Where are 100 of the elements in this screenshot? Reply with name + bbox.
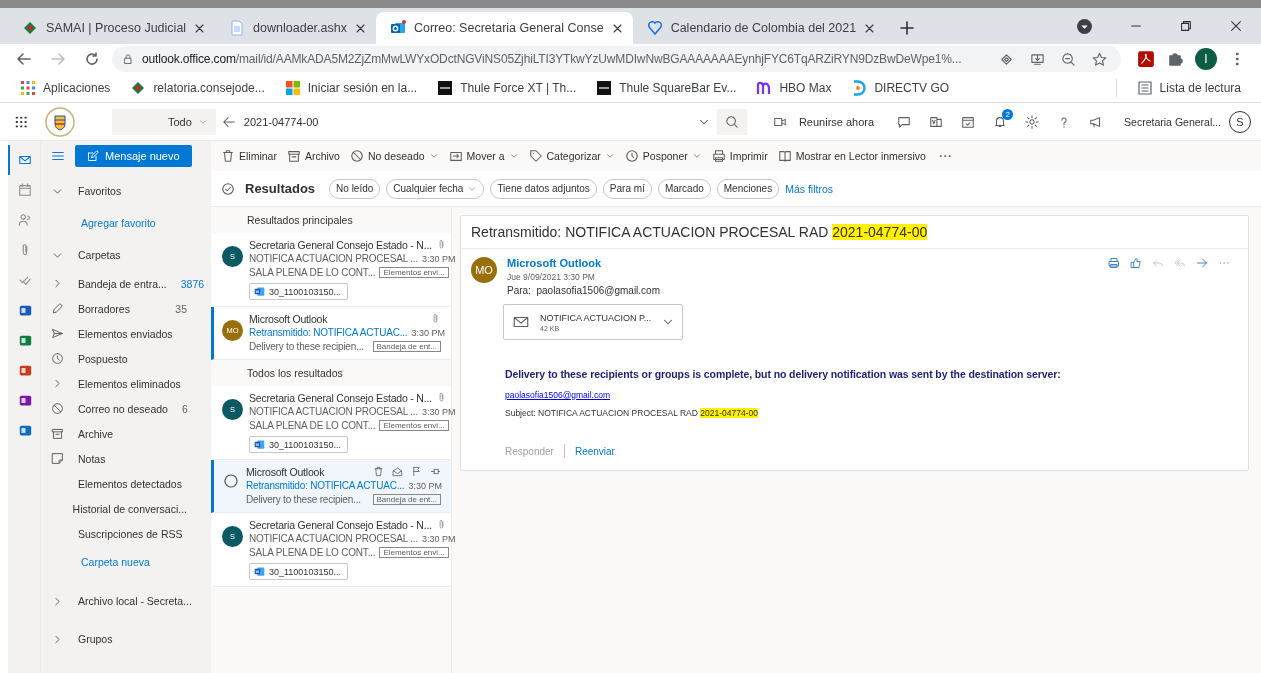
address-bar[interactable]: outlook.office.com/mail/id/AAMkADA5M2ZjZmMwLWYxODctNGViNS05ZjhiLTI3YTkwYzUwMDIwNwBGAAAAAAAEynhjFYC6TqARZiRYN9DzBwDeWpe1%... bbox=[112, 46, 1121, 72]
close-icon[interactable] bbox=[611, 22, 623, 34]
trash-icon bbox=[221, 149, 235, 163]
folder-item[interactable]: Borradores 35 bbox=[41, 296, 211, 321]
search-field[interactable]: 2021-04774-00 bbox=[241, 114, 691, 129]
toolbar-button[interactable]: Eliminar bbox=[221, 149, 277, 163]
thumbs-up-icon[interactable] bbox=[1130, 257, 1142, 269]
calendar-check-icon[interactable] bbox=[961, 114, 976, 129]
reading-list-button[interactable]: Lista de lectura bbox=[1136, 80, 1241, 96]
profile-avatar[interactable]: I bbox=[1195, 48, 1217, 70]
browser-tab[interactable]: Calendario de Colombia del 2021 bbox=[632, 12, 886, 44]
mail-icon bbox=[18, 153, 32, 167]
tab-title: Calendario de Colombia del 2021 bbox=[670, 21, 857, 35]
select-all-icon[interactable] bbox=[221, 181, 235, 196]
folder-item[interactable]: Elementos enviados bbox=[41, 321, 211, 346]
toolbar-button[interactable]: Archivo bbox=[286, 149, 340, 163]
folder-item[interactable]: Historial de conversaci... bbox=[41, 496, 211, 521]
close-icon[interactable] bbox=[864, 22, 876, 34]
back-icon[interactable] bbox=[221, 114, 236, 129]
search-button[interactable] bbox=[716, 108, 747, 135]
chat-icon[interactable] bbox=[897, 114, 912, 129]
toolbar-button[interactable]: Mover a bbox=[448, 149, 519, 163]
toolbar-button[interactable]: Mostrar en Lector inmersivo bbox=[777, 149, 926, 163]
diamond-icon[interactable] bbox=[999, 51, 1014, 67]
folder-item[interactable]: Archive bbox=[41, 421, 211, 446]
attachment-chip[interactable]: 30_1100103150... bbox=[249, 436, 348, 453]
folder-group-header[interactable]: Archivo local - Secreta... bbox=[41, 586, 211, 616]
envelope-icon[interactable] bbox=[392, 466, 403, 477]
pin-icon[interactable] bbox=[430, 466, 441, 477]
folder-item[interactable]: Elementos eliminados bbox=[41, 371, 211, 396]
reload-icon[interactable] bbox=[84, 51, 100, 67]
pin-icon bbox=[646, 20, 663, 36]
add-favorite-link[interactable]: Agregar favorito bbox=[41, 207, 211, 239]
attachment-chip[interactable]: 30_1100103150... bbox=[249, 283, 348, 300]
more-filters-link[interactable]: Más filtros bbox=[785, 182, 833, 195]
install-icon[interactable] bbox=[1030, 51, 1045, 67]
footer-action-button[interactable]: Reenviar bbox=[574, 445, 615, 457]
bookmark[interactable]: HBO Max bbox=[756, 80, 832, 96]
account-name[interactable]: Secretaria General... bbox=[1124, 115, 1221, 128]
back-icon[interactable] bbox=[16, 51, 32, 67]
bookmark[interactable]: DIRECTV GO bbox=[851, 80, 950, 96]
bookmark[interactable]: Iniciar sesión en la... bbox=[284, 80, 418, 96]
puzzle-icon[interactable] bbox=[1167, 51, 1183, 67]
close-icon[interactable] bbox=[194, 22, 206, 34]
star-icon[interactable] bbox=[1092, 51, 1107, 67]
folder-item[interactable]: Pospuesto bbox=[41, 346, 211, 371]
trash-icon[interactable] bbox=[373, 466, 384, 477]
message-preview: Delivery to these recipien... bbox=[249, 341, 364, 352]
folder-item[interactable]: Elementos detectados bbox=[41, 471, 211, 496]
search-scope-dropdown[interactable]: Todo bbox=[112, 108, 216, 135]
clock-icon bbox=[624, 149, 639, 163]
bell-icon[interactable] bbox=[993, 114, 1008, 129]
settings-icon[interactable] bbox=[1025, 114, 1040, 129]
bookmark[interactable]: relatoria.consejode... bbox=[130, 80, 265, 96]
toolbar-button[interactable]: Categorizar bbox=[528, 149, 615, 163]
sender-name[interactable]: Microsoft Outlook bbox=[507, 257, 1098, 269]
tag-icon bbox=[528, 149, 543, 163]
attachment-chip[interactable]: 30_1100103150... bbox=[249, 563, 348, 580]
close-icon[interactable] bbox=[354, 22, 366, 34]
lock-icon bbox=[122, 53, 134, 65]
folder-item[interactable]: Notas bbox=[41, 446, 211, 471]
folder-item[interactable]: Correo no deseado 6 bbox=[41, 396, 211, 421]
group-heading: Resultados principales bbox=[246, 213, 354, 228]
toolbar-button[interactable]: Posponer bbox=[624, 149, 702, 163]
tab-search-icon[interactable] bbox=[1076, 17, 1093, 35]
zoom-icon[interactable] bbox=[1061, 51, 1076, 67]
favorites-header[interactable]: Favoritos bbox=[41, 175, 211, 207]
book-icon bbox=[777, 149, 792, 163]
print-icon[interactable] bbox=[1108, 257, 1120, 269]
app-launcher-icon[interactable] bbox=[14, 114, 28, 129]
email-link[interactable]: paolasofia1506@gmail.com bbox=[505, 390, 1248, 400]
bookmark[interactable]: Thule Force XT | Th... bbox=[437, 80, 577, 96]
menu-icon[interactable] bbox=[51, 149, 65, 163]
browser-tab[interactable]: downloader.ashx bbox=[215, 12, 376, 44]
new-message-button[interactable]: Mensaje nuevo bbox=[75, 145, 192, 167]
diamond-logo-icon bbox=[22, 20, 38, 36]
translate-icon[interactable] bbox=[929, 114, 944, 129]
close-icon[interactable] bbox=[1229, 19, 1243, 33]
flag-icon[interactable] bbox=[411, 466, 422, 477]
pdf-icon[interactable] bbox=[1137, 50, 1155, 68]
new-tab-icon[interactable] bbox=[899, 20, 916, 36]
folder-tag: Bandeja de ent... bbox=[372, 341, 441, 352]
folder-item[interactable]: Bandeja de entra... 3876 bbox=[41, 271, 211, 296]
folders-header[interactable]: Carpetas bbox=[41, 239, 211, 271]
restore-icon[interactable] bbox=[1179, 19, 1193, 33]
message-item[interactable]: Microsoft Outlook Retransmitido: NOTIFICA ACTUAC... 3:30 PM Delivery to these recipien... Bandeja de ent... bbox=[211, 460, 451, 513]
folder-group-header[interactable]: Grupos bbox=[41, 624, 211, 654]
browser-tab[interactable]: SAMAI | Proceso Judicial bbox=[8, 12, 216, 44]
logo-icon bbox=[437, 80, 454, 96]
folder-item[interactable]: Suscripciones de RSS bbox=[41, 521, 211, 546]
toolbar-button[interactable]: Imprimir bbox=[711, 149, 768, 163]
toolbar-button[interactable]: No deseado bbox=[349, 149, 439, 163]
diamond-logo-icon bbox=[130, 80, 147, 96]
ban-icon bbox=[349, 149, 364, 163]
tab-title: Correo: Secretaria General Conse bbox=[413, 21, 604, 35]
browser-tab[interactable]: Correo: Secretaria General Conse bbox=[375, 12, 633, 44]
bookmark[interactable]: Thule SquareBar Ev... bbox=[596, 80, 737, 96]
bookmark[interactable]: Aplicaciones bbox=[20, 80, 111, 96]
meet-now-button[interactable]: Reunirse ahora bbox=[766, 114, 875, 129]
new-folder-link[interactable]: Carpeta nueva bbox=[41, 546, 211, 578]
